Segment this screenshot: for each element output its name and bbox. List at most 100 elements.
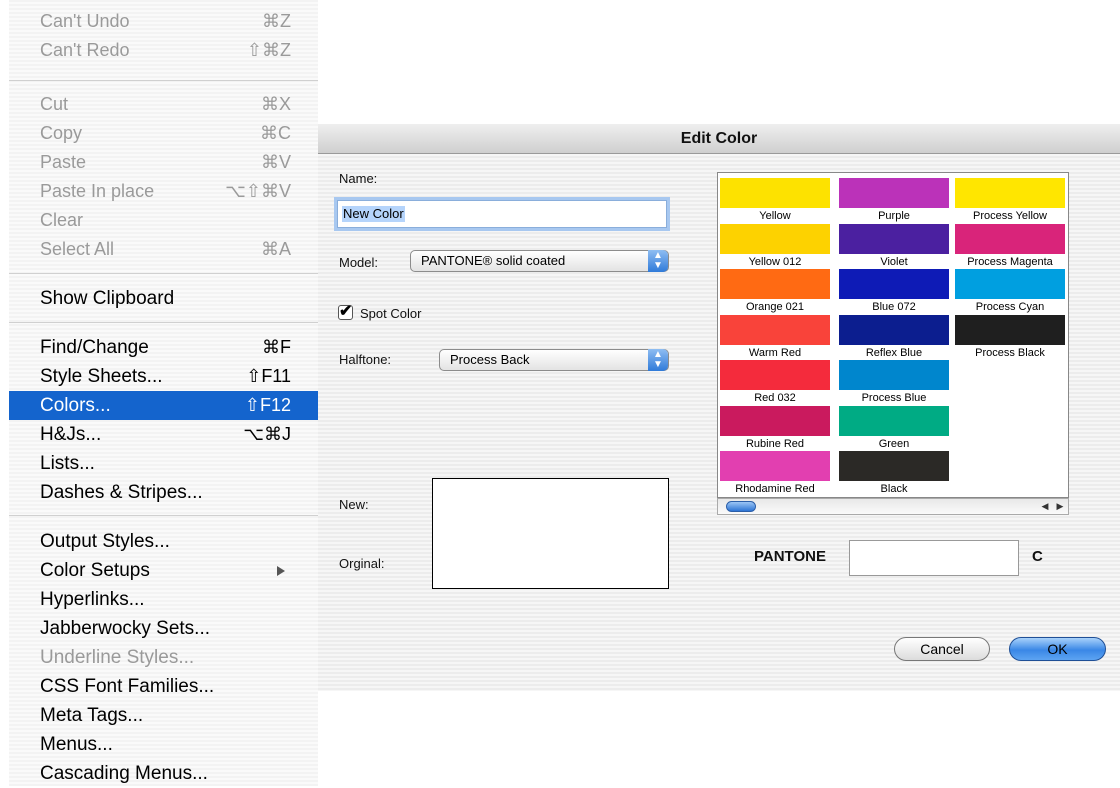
menu-item-label: Menus... <box>40 734 113 755</box>
menu-item[interactable]: Color Setups <box>9 556 318 585</box>
menu-item-shortcut: ⌘C <box>260 123 291 143</box>
menu-item[interactable]: Lists... <box>9 449 318 478</box>
menu-item[interactable]: Style Sheets... ⇧F11 <box>9 362 318 391</box>
scroll-left-arrow-icon[interactable]: ◀ <box>1038 499 1052 514</box>
spot-color-checkbox[interactable]: ✔ <box>338 304 353 320</box>
menu-item[interactable]: Cascading Menus... <box>9 759 318 788</box>
menu-item: Can't Redo ⇧⌘Z <box>9 36 318 65</box>
color-swatch[interactable]: Rubine Red <box>720 405 830 451</box>
menu-item-label: Clear <box>40 210 84 230</box>
color-swatch[interactable]: Yellow <box>720 178 830 223</box>
menu-separator <box>9 80 318 81</box>
color-swatch[interactable]: Rhodamine Red <box>720 451 830 496</box>
popup-arrows-icon: ▲ ▼ <box>648 349 668 371</box>
color-swatch[interactable]: Violet <box>839 223 949 269</box>
menu-item[interactable]: Dashes & Stripes... <box>9 478 318 507</box>
name-field[interactable]: New Color <box>337 200 667 228</box>
new-original-color-preview <box>432 478 669 589</box>
menu-item-label: Cascading Menus... <box>40 763 208 784</box>
swatch-name: Reflex Blue <box>865 346 923 359</box>
pantone-label: PANTONE <box>754 548 826 565</box>
halftone-label: Halftone: <box>339 352 392 367</box>
color-swatch[interactable]: Reflex Blue <box>839 314 949 360</box>
color-swatch[interactable]: Process Blue <box>839 360 949 405</box>
ok-button[interactable]: OK <box>1009 637 1106 661</box>
model-popup-value: PANTONE® solid coated <box>421 253 566 268</box>
menu-item-shortcut: ⇧⌘Z <box>246 40 291 60</box>
halftone-popup[interactable]: Process Back ▲ ▼ <box>439 349 669 371</box>
swatch-list[interactable]: Yellow Purple Process Yellow Yellow 012 Viol… <box>717 172 1069 498</box>
color-swatch[interactable]: Yellow 012 <box>720 223 830 269</box>
swatch-name: Rhodamine Red <box>735 483 815 495</box>
menu-item-label: H&Js... <box>40 424 102 445</box>
original-label: Orginal: <box>339 556 385 571</box>
swatch-name: Rubine Red <box>745 437 805 450</box>
menu-separator <box>9 273 318 274</box>
color-swatch[interactable]: Process Black <box>955 314 1065 360</box>
menu-item-label: Show Clipboard <box>40 288 175 309</box>
menu-item[interactable]: Output Styles... <box>9 527 318 556</box>
menu-item: Select All ⌘A <box>9 235 318 264</box>
edit-menu: Can't Undo ⌘Z Can't Redo ⇧⌘Z Cut ⌘X Copy ⌘C Past… <box>9 0 318 786</box>
swatch-chip <box>720 360 830 390</box>
menu-item-shortcut: ⌥⇧⌘V <box>225 181 291 201</box>
color-swatch[interactable]: Process Yellow <box>955 178 1065 223</box>
cancel-button[interactable]: Cancel <box>894 637 990 661</box>
new-label: New: <box>339 497 369 512</box>
swatch-name: Process Blue <box>861 392 927 404</box>
swatch-chip <box>720 314 830 345</box>
menu-item-label: Color Setups <box>40 560 150 581</box>
scrollbar-thumb[interactable] <box>726 501 756 512</box>
menu-item[interactable]: Hyperlinks... <box>9 585 318 614</box>
menu-item[interactable]: Colors... ⇧F12 <box>9 391 318 420</box>
swatch-chip <box>839 314 949 345</box>
swatch-name: Orange 021 <box>745 301 805 313</box>
color-swatch[interactable]: Warm Red <box>720 314 830 360</box>
swatch-chip <box>839 178 949 208</box>
model-popup[interactable]: PANTONE® solid coated ▲ ▼ <box>410 250 669 272</box>
swatch-name: Red 032 <box>754 392 796 404</box>
menu-item[interactable]: Show Clipboard <box>9 284 318 313</box>
color-swatch[interactable]: Purple <box>839 178 949 223</box>
color-swatch[interactable]: Orange 021 <box>720 269 830 314</box>
swatch-name: Blue 072 <box>872 301 916 313</box>
menu-item[interactable]: Menus... <box>9 730 318 759</box>
menu-item[interactable]: H&Js... ⌥⌘J <box>9 420 318 449</box>
swatch-name: Process Yellow <box>973 210 1047 222</box>
color-swatch[interactable]: Blue 072 <box>839 269 949 314</box>
swatch-name: Black <box>880 483 908 495</box>
swatch-name: Warm Red <box>748 346 802 359</box>
menu-item-label: Paste <box>40 152 87 172</box>
color-swatch[interactable]: Red 032 <box>720 360 830 405</box>
pantone-suffix: C <box>1032 548 1043 565</box>
pantone-number-field[interactable] <box>849 540 1019 576</box>
color-swatch[interactable]: Black <box>839 451 949 496</box>
menu-item-label: Paste In place <box>40 181 155 201</box>
menu-item-label: CSS Font Families... <box>40 676 215 697</box>
scroll-right-arrow-icon[interactable]: ▶ <box>1053 499 1067 514</box>
menu-item: Copy ⌘C <box>9 119 318 148</box>
name-field-value: New Color <box>342 206 405 222</box>
color-swatch[interactable]: Process Cyan <box>955 269 1065 314</box>
menu-item-label: Lists... <box>40 453 95 474</box>
swatch-chip <box>720 405 830 436</box>
menu-item[interactable]: Meta Tags... <box>9 701 318 730</box>
swatch-chip <box>955 223 1065 254</box>
menu-item-shortcut: ⌘Z <box>262 11 291 31</box>
color-swatch[interactable]: Process Magenta <box>955 223 1065 269</box>
submenu-arrow-icon <box>277 566 285 576</box>
menu-item[interactable]: Find/Change ⌘F <box>9 333 318 362</box>
swatch-horizontal-scrollbar[interactable]: ◀ ▶ <box>717 498 1069 515</box>
menu-item-shortcut: ⌘X <box>260 94 291 114</box>
menu-item-label: Select All <box>40 239 115 259</box>
menu-item-label: Find/Change <box>40 337 149 358</box>
spot-color-label: Spot Color <box>360 306 422 321</box>
menu-item-label: Can't Redo <box>40 40 130 60</box>
color-swatch[interactable]: Green <box>839 405 949 451</box>
name-label: Name: <box>339 171 378 186</box>
menu-item[interactable]: CSS Font Families... <box>9 672 318 701</box>
menu-item-label: Hyperlinks... <box>40 589 145 610</box>
dialog-title-bar[interactable]: Edit Color <box>318 124 1120 154</box>
edit-color-dialog: Edit Color Name: New Color Model: PANTON… <box>318 124 1120 691</box>
menu-item[interactable]: Jabberwocky Sets... <box>9 614 318 643</box>
